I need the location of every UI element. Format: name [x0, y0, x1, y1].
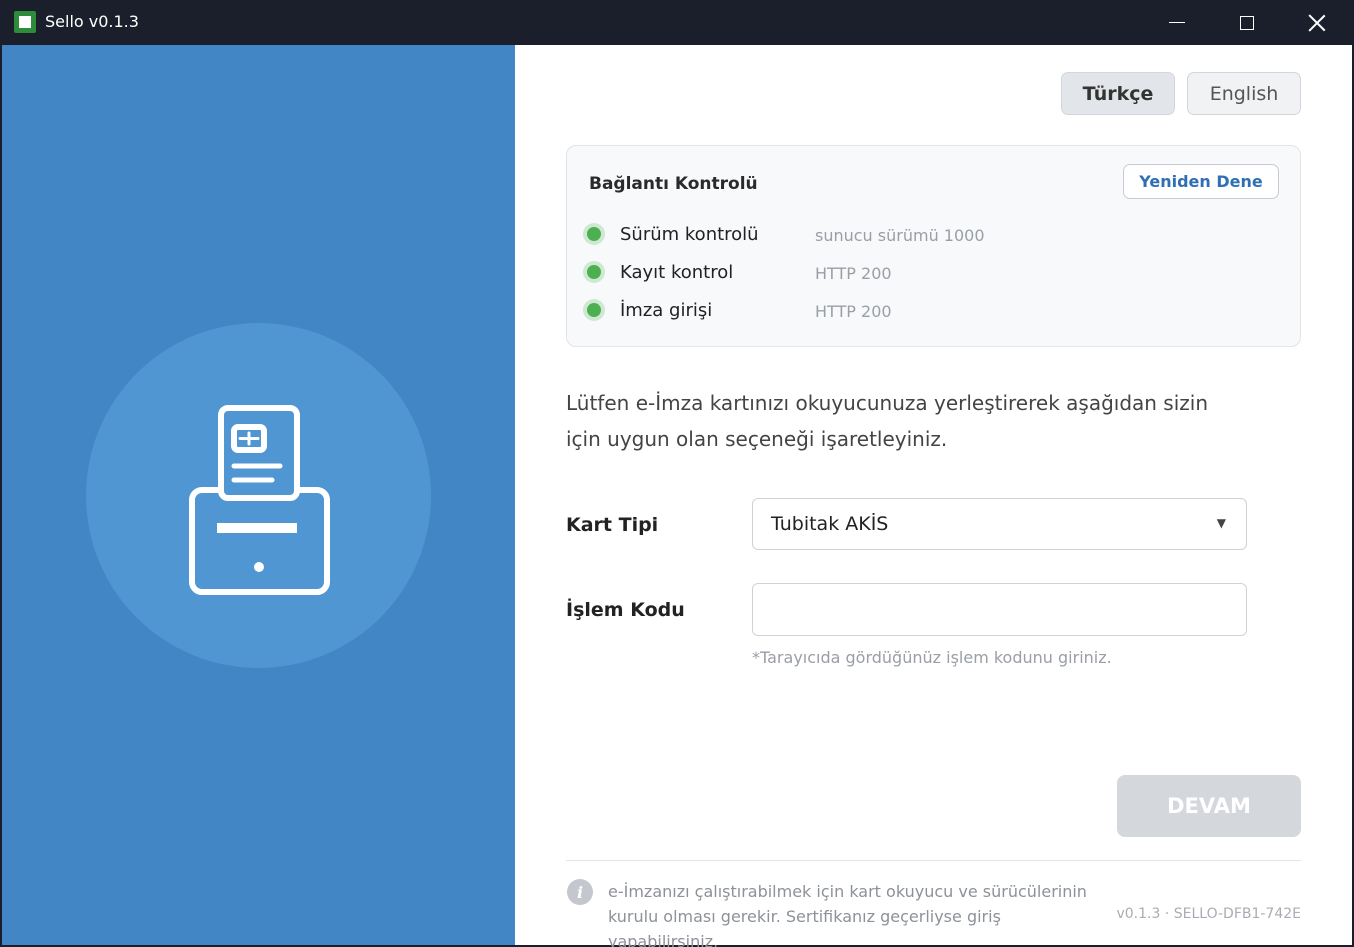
retry-button[interactable]: Yeniden Dene: [1123, 164, 1279, 199]
instructions-line-2: için uygun olan seçeneği işaretleyiniz.: [566, 427, 948, 451]
check-row-version: Sürüm kontrolü sunucu sürümü 1000: [583, 219, 1283, 249]
minimize-button[interactable]: [1142, 0, 1212, 45]
card-type-value: Tubitak AKİS: [771, 513, 889, 535]
card-type-select[interactable]: Tubitak AKİS ▼: [752, 498, 1247, 550]
continue-button[interactable]: DEVAM: [1117, 775, 1301, 837]
language-english-button[interactable]: English: [1187, 72, 1301, 115]
check-label: Kayıt kontrol: [620, 262, 734, 283]
connection-check-card: Bağlantı Kontrolü Yeniden Dene Sürüm kon…: [566, 145, 1301, 347]
language-turkish-button[interactable]: Türkçe: [1061, 72, 1175, 115]
info-icon: i: [567, 879, 593, 905]
footer-info-line-1: e-İmzanızı çalıştırabilmek için kart oku…: [608, 882, 1087, 901]
check-row-registration: Kayıt kontrol HTTP 200: [583, 257, 1283, 287]
maximize-icon: [1240, 15, 1254, 30]
close-icon: [1308, 14, 1326, 32]
version-label: v0.1.3 · SELLO-DFB1-742E: [1116, 906, 1301, 922]
check-status: HTTP 200: [815, 264, 892, 283]
footer-info-text: e-İmzanızı çalıştırabilmek için kart oku…: [608, 879, 1108, 947]
status-ok-icon: [583, 223, 605, 245]
check-label: İmza girişi: [620, 300, 713, 321]
main-panel: Türkçe English Bağlantı Kontrolü Yeniden…: [515, 45, 1352, 947]
window-title: Sello v0.1.3: [45, 12, 139, 31]
card-reader-icon: [189, 405, 330, 595]
footer-divider: [566, 860, 1301, 861]
status-ok-icon: [583, 261, 605, 283]
footer-info-line-2: kurulu olması gerekir. Sertifikanız geçe…: [608, 907, 1001, 947]
check-status: HTTP 200: [815, 302, 892, 321]
check-row-signature: İmza girişi HTTP 200: [583, 295, 1283, 325]
instructions-line-1: Lütfen e-İmza kartınızı okuyucunuza yerl…: [566, 391, 1209, 415]
check-label: Sürüm kontrolü: [620, 224, 759, 245]
minimize-icon: [1169, 21, 1185, 24]
title-bar: Sello v0.1.3: [0, 0, 1354, 45]
check-status: sunucu sürümü 1000: [815, 226, 985, 245]
app-icon: [14, 11, 36, 33]
card-type-label: Kart Tipi: [566, 514, 659, 536]
instructions-text: Lütfen e-İmza kartınızı okuyucunuza yerl…: [566, 385, 1246, 457]
connection-check-title: Bağlantı Kontrolü: [589, 174, 758, 194]
status-ok-icon: [583, 299, 605, 321]
maximize-button[interactable]: [1212, 0, 1282, 45]
operation-code-hint: *Tarayıcıda gördüğünüz işlem kodunu giri…: [752, 648, 1112, 667]
dropdown-arrow-icon: ▼: [1216, 516, 1226, 530]
operation-code-input[interactable]: [752, 583, 1247, 636]
illustration-panel: [2, 45, 515, 945]
operation-code-label: İşlem Kodu: [566, 599, 685, 621]
close-button[interactable]: [1282, 0, 1352, 45]
